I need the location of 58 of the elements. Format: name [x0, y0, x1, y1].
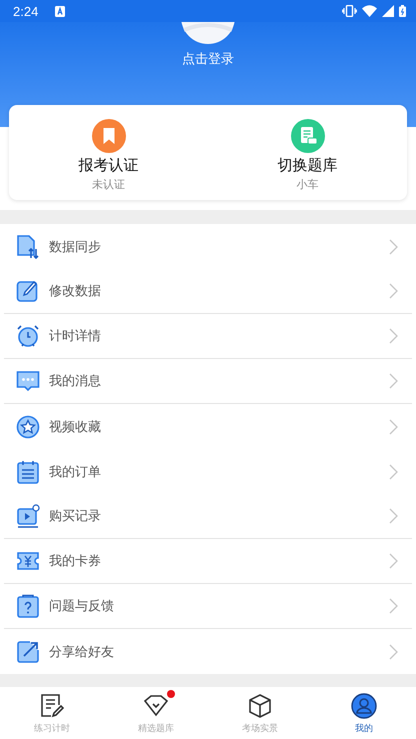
menu-item[interactable]: 计时详情: [4, 314, 412, 359]
chevron-icon: [389, 283, 398, 299]
tab[interactable]: 我的: [312, 687, 416, 739]
pencil-icon: [16, 279, 40, 303]
menu-label: 计时详情: [49, 328, 102, 345]
menu-item[interactable]: 视频收藏: [4, 404, 412, 449]
question-icon: [16, 594, 40, 618]
signal-icon: [382, 5, 394, 17]
document-arrows-icon: [16, 234, 40, 258]
avatar[interactable]: [181, 22, 235, 44]
menu-item[interactable]: 我的订单: [4, 449, 412, 494]
note-icon: [39, 693, 65, 719]
menu-label: 数据同步: [49, 238, 102, 256]
notepad-icon: [16, 460, 40, 484]
battery-icon: [399, 5, 406, 17]
login-link[interactable]: 点击登录: [182, 50, 234, 68]
menu-label: 问题与反馈: [49, 598, 115, 615]
chevron-icon: [389, 418, 398, 434]
profile-icon: [351, 693, 377, 719]
menu-label: 修改数据: [49, 283, 102, 300]
chat-bubble-icon: [16, 369, 40, 393]
alarm-clock-icon: [16, 324, 40, 348]
share-icon: [16, 640, 40, 664]
menu-item[interactable]: 分享给好友: [4, 629, 412, 674]
menu-item[interactable]: 我的卡券: [4, 539, 412, 584]
menu-label: 我的卡券: [49, 553, 102, 570]
notification-icon: [55, 6, 66, 16]
ticket-icon: [16, 549, 40, 573]
document-icon[interactable]: [290, 119, 324, 153]
menu-item[interactable]: 修改数据: [4, 269, 412, 314]
menu-label: 分享给好友: [49, 644, 115, 660]
card-title[interactable]: 报考认证: [78, 156, 138, 175]
video-icon: [16, 504, 40, 528]
card-title[interactable]: 切换题库: [278, 156, 338, 175]
menu-label: 购买记录: [49, 508, 102, 525]
chevron-icon: [389, 373, 398, 389]
vibrate-icon: [342, 5, 357, 17]
chevron-icon: [389, 553, 398, 569]
cube-icon: [247, 693, 273, 719]
chevron-icon: [389, 238, 398, 254]
chevron-icon: [389, 644, 398, 660]
chevron-icon: [389, 508, 398, 524]
chevron-icon: [389, 598, 398, 614]
card-subtitle: 未认证: [92, 177, 125, 192]
chevron-icon: [389, 328, 398, 344]
menu-item[interactable]: 购买记录: [4, 494, 412, 539]
card-subtitle: 小车: [296, 177, 318, 192]
menu-item[interactable]: 问题与反馈: [4, 584, 412, 629]
bookmark-icon[interactable]: [92, 119, 126, 153]
wifi-icon: [362, 5, 377, 17]
menu-item[interactable]: 我的消息: [4, 359, 412, 404]
menu-label: 我的订单: [49, 464, 102, 480]
menu-item[interactable]: 数据同步: [4, 224, 412, 269]
menu-label: 视频收藏: [49, 418, 102, 436]
chevron-icon: [389, 464, 398, 480]
status-time: 2:24: [13, 4, 38, 18]
menu-label: 我的消息: [49, 373, 102, 390]
diamond-icon: [143, 693, 169, 719]
